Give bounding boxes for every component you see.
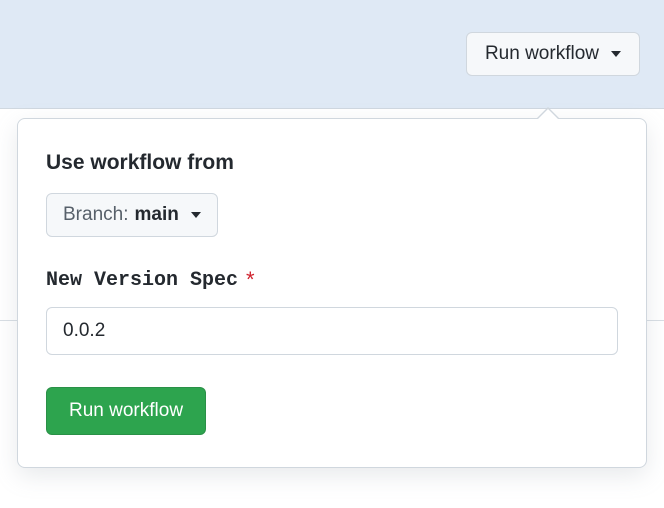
- workflow-dispatch-banner: Run workflow: [0, 0, 664, 109]
- branch-prefix-label: Branch:: [63, 204, 128, 226]
- version-spec-label-text: New Version Spec: [46, 269, 238, 292]
- version-spec-input[interactable]: [46, 307, 618, 355]
- run-workflow-dropdown-label: Run workflow: [485, 43, 599, 65]
- branch-name-label: main: [134, 204, 178, 226]
- required-asterisk-icon: *: [246, 267, 255, 293]
- branch-selector-button[interactable]: Branch: main: [46, 193, 218, 237]
- workflow-dispatch-popover: Use workflow from Branch: main New Versi…: [17, 118, 647, 468]
- run-workflow-submit-label: Run workflow: [69, 400, 183, 421]
- use-workflow-from-label: Use workflow from: [46, 151, 618, 175]
- caret-down-icon: [611, 51, 621, 57]
- version-spec-field-label: New Version Spec *: [46, 267, 618, 293]
- run-workflow-dropdown-trigger[interactable]: Run workflow: [466, 32, 640, 76]
- run-workflow-submit-button[interactable]: Run workflow: [46, 387, 206, 435]
- caret-down-icon: [191, 212, 201, 218]
